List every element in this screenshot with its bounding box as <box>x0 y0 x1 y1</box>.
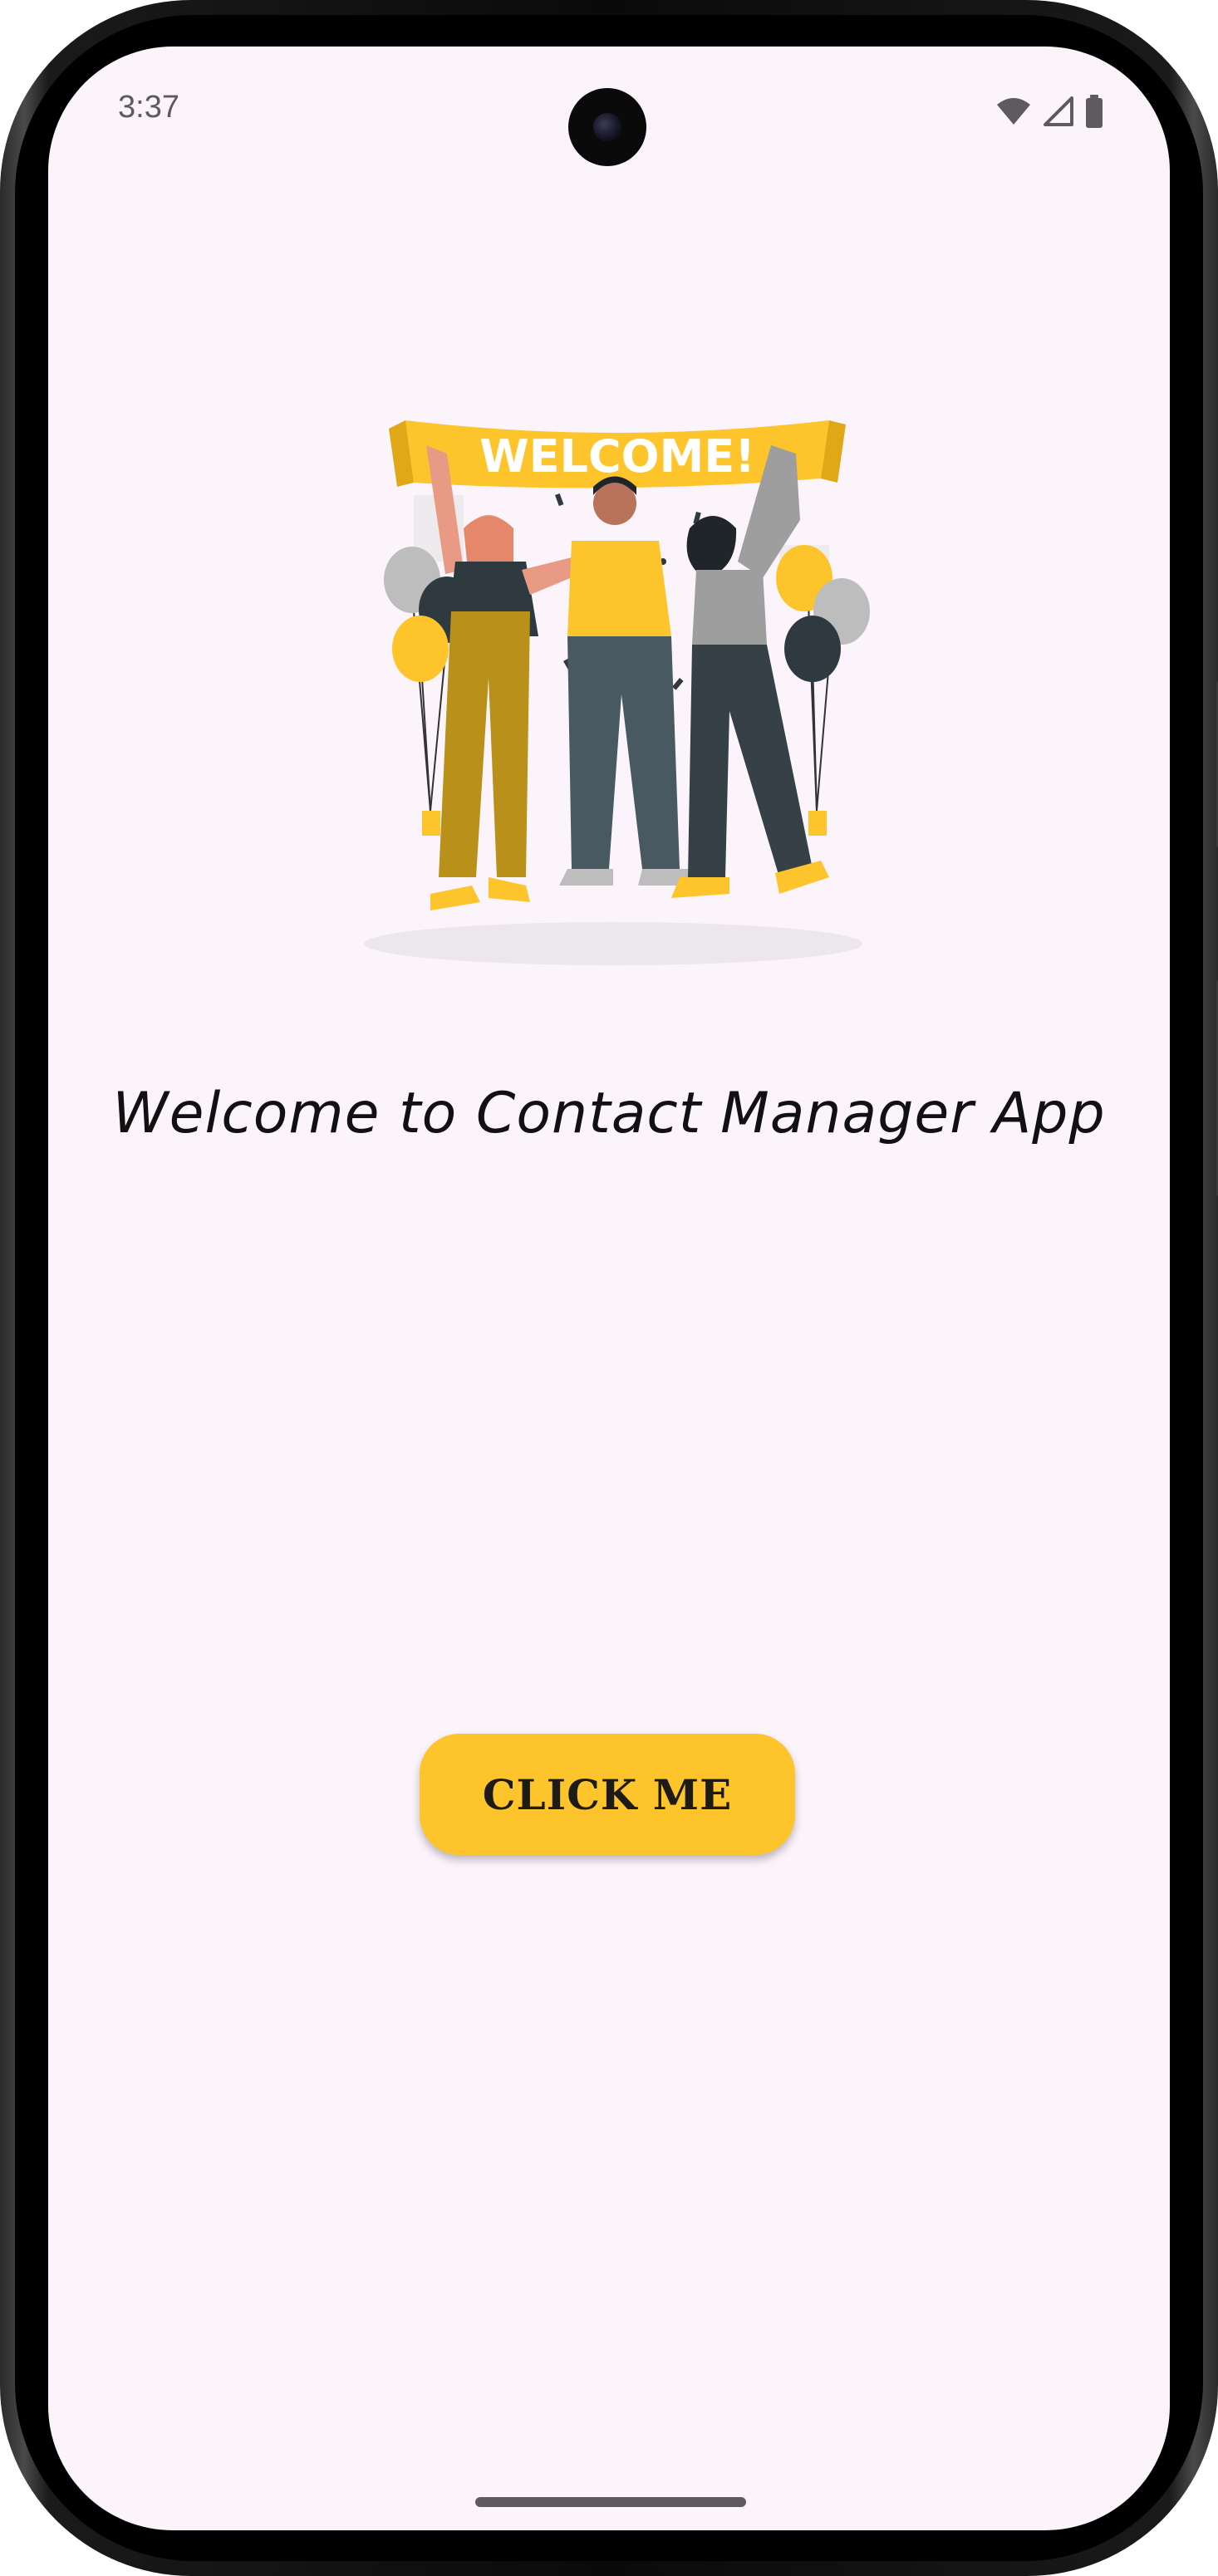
home-indicator[interactable] <box>475 2497 746 2507</box>
front-camera <box>568 88 646 166</box>
person-left <box>426 445 590 910</box>
click-me-button[interactable]: CLICK ME <box>420 1734 795 1855</box>
wifi-icon <box>997 98 1030 125</box>
phone-frame: 3:37 WELCOME! Welcome to Contact Manager… <box>0 0 1218 2576</box>
status-time: 3:37 <box>118 90 179 125</box>
ground-shadow <box>364 922 862 965</box>
person-middle <box>559 476 688 886</box>
status-icons <box>995 95 1103 128</box>
status-bar: 3:37 <box>48 47 1170 166</box>
welcome-message: Welcome to Contact Manager App <box>112 1081 1106 1146</box>
banner-text: WELCOME! <box>479 430 755 483</box>
app-screen: 3:37 WELCOME! Welcome to Contact Manager… <box>48 47 1170 2530</box>
cellular-signal-icon <box>1044 96 1073 126</box>
welcome-illustration: WELCOME! <box>364 420 870 965</box>
battery-icon <box>1086 95 1103 128</box>
